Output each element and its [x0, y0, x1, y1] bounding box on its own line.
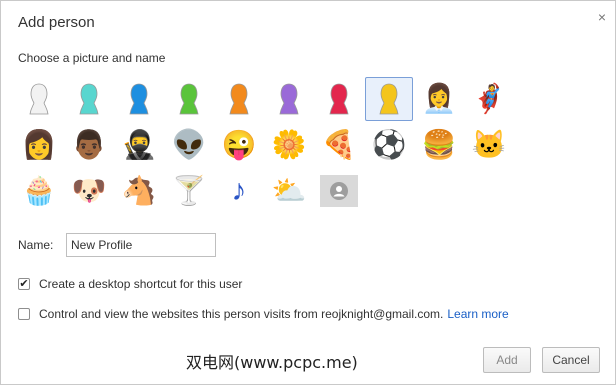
dog-icon: 🐶	[71, 175, 107, 206]
burger-icon: 🍔	[421, 129, 457, 160]
yellow-silhouette-icon	[379, 83, 399, 115]
learn-more-link[interactable]: Learn more	[447, 307, 508, 321]
avatar-blue-silhouette[interactable]	[115, 77, 163, 121]
dialog-title: Add person	[18, 14, 95, 31]
avatar-businesswoman[interactable]: 👩‍💼	[415, 77, 463, 121]
white-silhouette-icon	[29, 83, 49, 115]
generic-person-icon	[320, 175, 358, 207]
avatar-yellow-silhouette[interactable]	[365, 77, 413, 121]
close-icon[interactable]: ×	[595, 10, 609, 24]
add-person-dialog: Add person × Choose a picture and name 👩…	[0, 0, 616, 385]
avatar-soccer-ball[interactable]: ⚽	[365, 123, 413, 167]
avatar-purple-silhouette[interactable]	[265, 77, 313, 121]
avatar-red-silhouette[interactable]	[315, 77, 363, 121]
supervise-label[interactable]: Control and view the websites this perso…	[39, 307, 443, 321]
blue-silhouette-icon	[129, 83, 149, 115]
desktop-shortcut-row: ✔ Create a desktop shortcut for this use…	[18, 277, 242, 291]
music-note-icon: ♪	[231, 174, 247, 207]
picture-prompt: Choose a picture and name	[18, 51, 166, 65]
businesswoman-icon: 👩‍💼	[421, 83, 457, 114]
cat-icon: 🐱	[471, 129, 507, 160]
avatar-burger[interactable]: 🍔	[415, 123, 463, 167]
desktop-shortcut-checkbox[interactable]: ✔	[18, 278, 30, 290]
avatar-green-silhouette[interactable]	[165, 77, 213, 121]
avatar-dog[interactable]: 🐶	[65, 169, 113, 213]
avatar-superhero[interactable]: 🦸	[465, 77, 513, 121]
sun-cloud-icon: ⛅	[271, 175, 307, 206]
avatar-horse[interactable]: 🐴	[115, 169, 163, 213]
smiley-icon: 😜	[221, 129, 257, 160]
name-label: Name:	[18, 238, 54, 252]
green-silhouette-icon	[179, 83, 199, 115]
supervise-row: Control and view the websites this perso…	[18, 307, 509, 321]
cancel-button[interactable]: Cancel	[542, 347, 600, 373]
avatar-smiley[interactable]: 😜	[215, 123, 263, 167]
avatar-music-note[interactable]: ♪	[215, 169, 263, 213]
desktop-shortcut-label[interactable]: Create a desktop shortcut for this user	[39, 277, 242, 291]
avatar-sun-cloud[interactable]: ⛅	[265, 169, 313, 213]
purple-silhouette-icon	[279, 83, 299, 115]
red-silhouette-icon	[329, 83, 349, 115]
teal-silhouette-icon	[79, 83, 99, 115]
name-row: Name:	[18, 233, 216, 257]
avatar-man[interactable]: 👨🏾	[65, 123, 113, 167]
horse-icon: 🐴	[121, 175, 157, 206]
cocktail-icon: 🍸	[171, 175, 207, 206]
man-icon: 👨🏾	[71, 129, 107, 160]
avatar-teal-silhouette[interactable]	[65, 77, 113, 121]
orange-silhouette-icon	[229, 83, 249, 115]
avatar-woman-sunglasses[interactable]: 👩	[15, 123, 63, 167]
supervise-checkbox[interactable]	[18, 308, 30, 320]
flower-icon: 🌼	[271, 129, 307, 160]
add-button[interactable]: Add	[483, 347, 531, 373]
avatar-white-silhouette[interactable]	[15, 77, 63, 121]
avatar-generic-person[interactable]	[315, 169, 363, 213]
avatar-alien[interactable]: 👽	[165, 123, 213, 167]
avatar-flower[interactable]: 🌼	[265, 123, 313, 167]
soccer-ball-icon: ⚽	[371, 129, 407, 160]
avatar-pizza[interactable]: 🍕	[315, 123, 363, 167]
avatar-cat[interactable]: 🐱	[465, 123, 513, 167]
pizza-icon: 🍕	[321, 129, 357, 160]
avatar-ninja[interactable]: 🥷	[115, 123, 163, 167]
avatar-cocktail[interactable]: 🍸	[165, 169, 213, 213]
superhero-icon: 🦸	[471, 83, 507, 114]
avatar-cupcake[interactable]: 🧁	[15, 169, 63, 213]
watermark-text: 双电网(www.pcpc.me)	[186, 353, 358, 372]
name-input[interactable]	[66, 233, 216, 257]
woman-sunglasses-icon: 👩	[21, 129, 57, 160]
avatar-grid: 👩‍💼 🦸 👩 👨🏾 🥷 👽 😜 🌼 🍕 ⚽ 🍔 🐱 🧁 🐶 🐴 🍸 ♪ ⛅	[15, 77, 513, 213]
avatar-orange-silhouette[interactable]	[215, 77, 263, 121]
ninja-icon: 🥷	[121, 129, 157, 160]
cupcake-icon: 🧁	[21, 175, 57, 206]
alien-icon: 👽	[171, 129, 207, 160]
